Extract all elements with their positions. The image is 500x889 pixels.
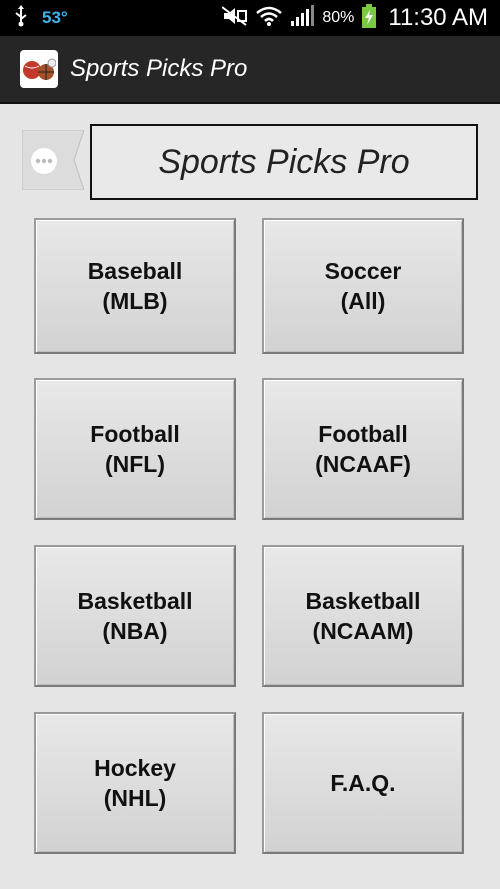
chat-tab[interactable] <box>21 129 85 191</box>
sports-balls-icon <box>23 58 56 80</box>
soccer-all-button[interactable]: Soccer (All) <box>262 218 464 354</box>
tile-label-line1: Football <box>318 421 408 447</box>
battery-charging-icon <box>362 3 377 33</box>
tile-label-line1: Hockey <box>94 755 176 781</box>
banner: Sports Picks Pro <box>21 124 478 200</box>
tile-label-line2: (NBA) <box>102 618 168 644</box>
tile-label-line1: Basketball <box>77 588 193 614</box>
banner-title: Sports Picks Pro <box>90 124 478 200</box>
basketball-nba-button[interactable]: Basketball (NBA) <box>34 545 236 687</box>
hockey-nhl-button[interactable]: Hockey (NHL) <box>34 712 236 854</box>
action-bar-title: Sports Picks Pro <box>70 55 248 82</box>
usb-icon <box>14 4 28 32</box>
signal-icon <box>290 4 315 32</box>
tile-label-line2: (NCAAM) <box>312 618 414 644</box>
tile-label-line2: (NHL) <box>103 785 167 811</box>
basketball-ncaam-button[interactable]: Basketball (NCAAM) <box>262 545 464 687</box>
status-bar: 53° 80% 11:30 AM <box>0 0 500 36</box>
tile-label-line1: Basketball <box>305 588 421 614</box>
tile-label-line1: Soccer <box>324 258 402 284</box>
app-icon[interactable] <box>20 50 58 88</box>
tile-label-line1: F.A.Q. <box>330 770 396 796</box>
battery-percent: 80% <box>322 9 355 26</box>
chat-bubble-icon <box>21 129 85 191</box>
tile-label-line2: (All) <box>340 288 386 314</box>
mute-icon <box>221 5 248 32</box>
football-nfl-button[interactable]: Football (NFL) <box>34 378 236 520</box>
faq-button[interactable]: F.A.Q. <box>262 712 464 854</box>
football-ncaaf-button[interactable]: Football (NCAAF) <box>262 378 464 520</box>
wifi-icon <box>256 5 283 32</box>
tile-label-line2: (MLB) <box>102 288 168 314</box>
baseball-mlb-button[interactable]: Baseball (MLB) <box>34 218 236 354</box>
temperature-indicator: 53° <box>42 8 68 27</box>
tile-label-line2: (NCAAF) <box>315 451 411 477</box>
tile-label-line2: (NFL) <box>104 451 166 477</box>
action-bar: Sports Picks Pro <box>0 36 500 104</box>
clock: 11:30 AM <box>388 4 488 31</box>
tile-label-line1: Baseball <box>87 258 183 284</box>
tile-label-line1: Football <box>90 421 180 447</box>
